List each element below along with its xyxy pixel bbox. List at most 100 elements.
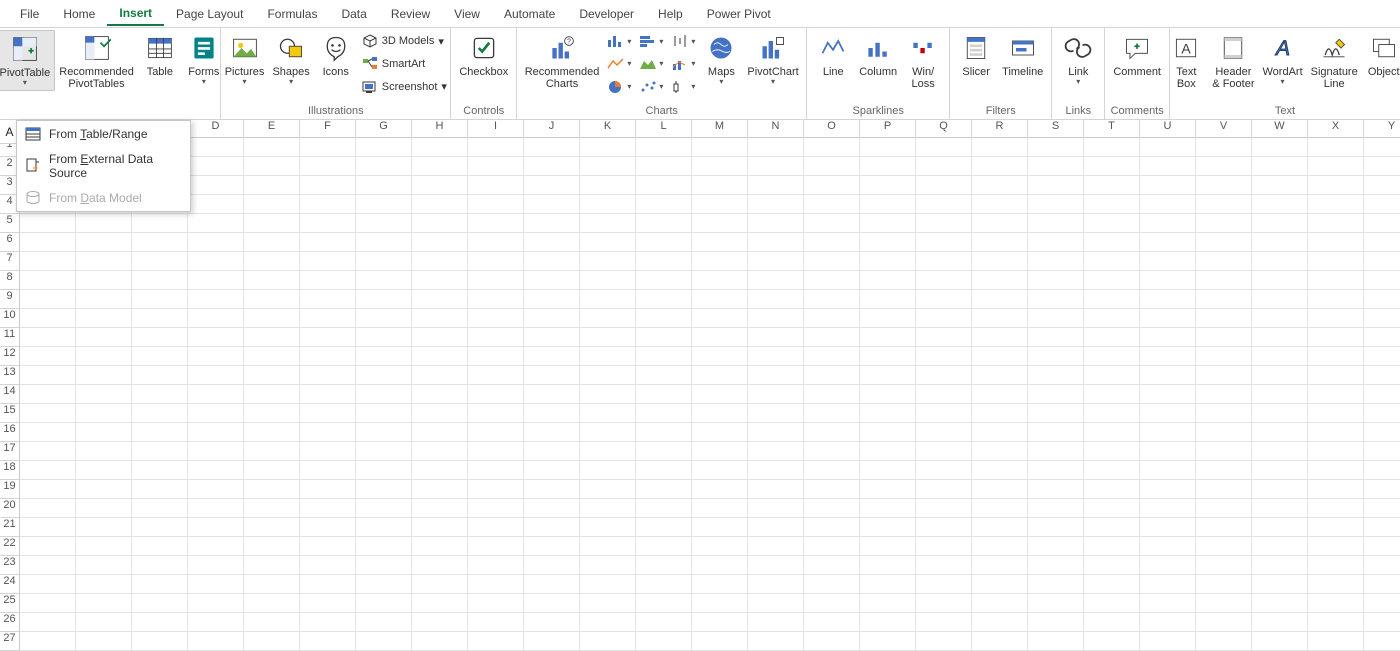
column-header-K[interactable]: K	[580, 120, 636, 138]
cell[interactable]	[972, 366, 1028, 385]
cell[interactable]	[1196, 575, 1252, 594]
cell[interactable]	[860, 157, 916, 176]
column-header-E[interactable]: E	[244, 120, 300, 138]
cell[interactable]	[300, 214, 356, 233]
cell[interactable]	[188, 613, 244, 632]
cell[interactable]	[188, 632, 244, 651]
cell[interactable]	[1140, 404, 1196, 423]
cell[interactable]	[1196, 309, 1252, 328]
cell[interactable]	[1028, 366, 1084, 385]
cell[interactable]	[356, 594, 412, 613]
cell[interactable]	[748, 556, 804, 575]
cell[interactable]	[860, 328, 916, 347]
cell[interactable]	[356, 195, 412, 214]
cell[interactable]	[1084, 214, 1140, 233]
cell[interactable]	[860, 613, 916, 632]
cell[interactable]	[580, 309, 636, 328]
cell[interactable]	[1084, 252, 1140, 271]
cell[interactable]	[20, 366, 76, 385]
cell[interactable]	[20, 480, 76, 499]
cell[interactable]	[412, 499, 468, 518]
cell[interactable]	[468, 404, 524, 423]
cell[interactable]	[356, 233, 412, 252]
cell[interactable]	[468, 347, 524, 366]
cell[interactable]	[356, 404, 412, 423]
shapes-button[interactable]: Shapes ▾	[268, 30, 313, 89]
cell[interactable]	[1308, 537, 1364, 556]
cell[interactable]	[1084, 461, 1140, 480]
cell[interactable]	[804, 480, 860, 499]
cell[interactable]	[468, 290, 524, 309]
wordart-button[interactable]: A WordArt ▾	[1258, 30, 1306, 89]
cell[interactable]	[804, 195, 860, 214]
cell[interactable]	[1084, 537, 1140, 556]
row-header-27[interactable]: 27	[0, 632, 20, 651]
pie-chart-button[interactable]: ▾	[605, 80, 633, 94]
cell[interactable]	[1252, 157, 1308, 176]
cell[interactable]	[1252, 499, 1308, 518]
cell[interactable]	[916, 442, 972, 461]
cell[interactable]	[132, 613, 188, 632]
cell[interactable]	[412, 594, 468, 613]
cell[interactable]	[1140, 309, 1196, 328]
cell[interactable]	[1196, 480, 1252, 499]
cell[interactable]	[580, 632, 636, 651]
cell[interactable]	[1196, 347, 1252, 366]
cell[interactable]	[300, 328, 356, 347]
cell[interactable]	[860, 594, 916, 613]
cell[interactable]	[300, 556, 356, 575]
cell[interactable]	[972, 347, 1028, 366]
cell[interactable]	[132, 347, 188, 366]
cell[interactable]	[692, 271, 748, 290]
column-header-L[interactable]: L	[636, 120, 692, 138]
cell[interactable]	[1140, 499, 1196, 518]
cell[interactable]	[860, 480, 916, 499]
cell[interactable]	[412, 157, 468, 176]
cell[interactable]	[524, 328, 580, 347]
row-header-25[interactable]: 25	[0, 594, 20, 613]
cell[interactable]	[1196, 461, 1252, 480]
cell[interactable]	[356, 252, 412, 271]
cell[interactable]	[748, 499, 804, 518]
cell[interactable]	[1308, 214, 1364, 233]
cell[interactable]	[692, 556, 748, 575]
cell[interactable]	[76, 556, 132, 575]
cell[interactable]	[1196, 442, 1252, 461]
cell[interactable]	[300, 176, 356, 195]
cell[interactable]	[1196, 423, 1252, 442]
cell[interactable]	[132, 271, 188, 290]
cell[interactable]	[1252, 214, 1308, 233]
menu-tab-formulas[interactable]: Formulas	[255, 3, 329, 25]
cell[interactable]	[356, 575, 412, 594]
cell[interactable]	[1196, 594, 1252, 613]
cell[interactable]	[132, 233, 188, 252]
cell[interactable]	[636, 594, 692, 613]
column-header-S[interactable]: S	[1028, 120, 1084, 138]
cell[interactable]	[1196, 252, 1252, 271]
cell[interactable]	[972, 233, 1028, 252]
cell[interactable]	[524, 404, 580, 423]
cell[interactable]	[692, 499, 748, 518]
cell[interactable]	[76, 290, 132, 309]
cell[interactable]	[76, 271, 132, 290]
cell[interactable]	[580, 480, 636, 499]
cell[interactable]	[804, 271, 860, 290]
cell[interactable]	[300, 480, 356, 499]
cell[interactable]	[916, 214, 972, 233]
cell[interactable]	[916, 290, 972, 309]
cell[interactable]	[1252, 309, 1308, 328]
cell[interactable]	[244, 442, 300, 461]
cell[interactable]	[636, 613, 692, 632]
cell[interactable]	[1252, 271, 1308, 290]
cell[interactable]	[860, 461, 916, 480]
cell[interactable]	[636, 518, 692, 537]
cell[interactable]	[1252, 632, 1308, 651]
cell[interactable]	[1196, 404, 1252, 423]
row-header-19[interactable]: 19	[0, 480, 20, 499]
menu-tab-review[interactable]: Review	[379, 3, 442, 25]
cell[interactable]	[692, 575, 748, 594]
cell[interactable]	[300, 157, 356, 176]
cell[interactable]	[580, 537, 636, 556]
cell[interactable]	[412, 575, 468, 594]
cell[interactable]	[1308, 461, 1364, 480]
